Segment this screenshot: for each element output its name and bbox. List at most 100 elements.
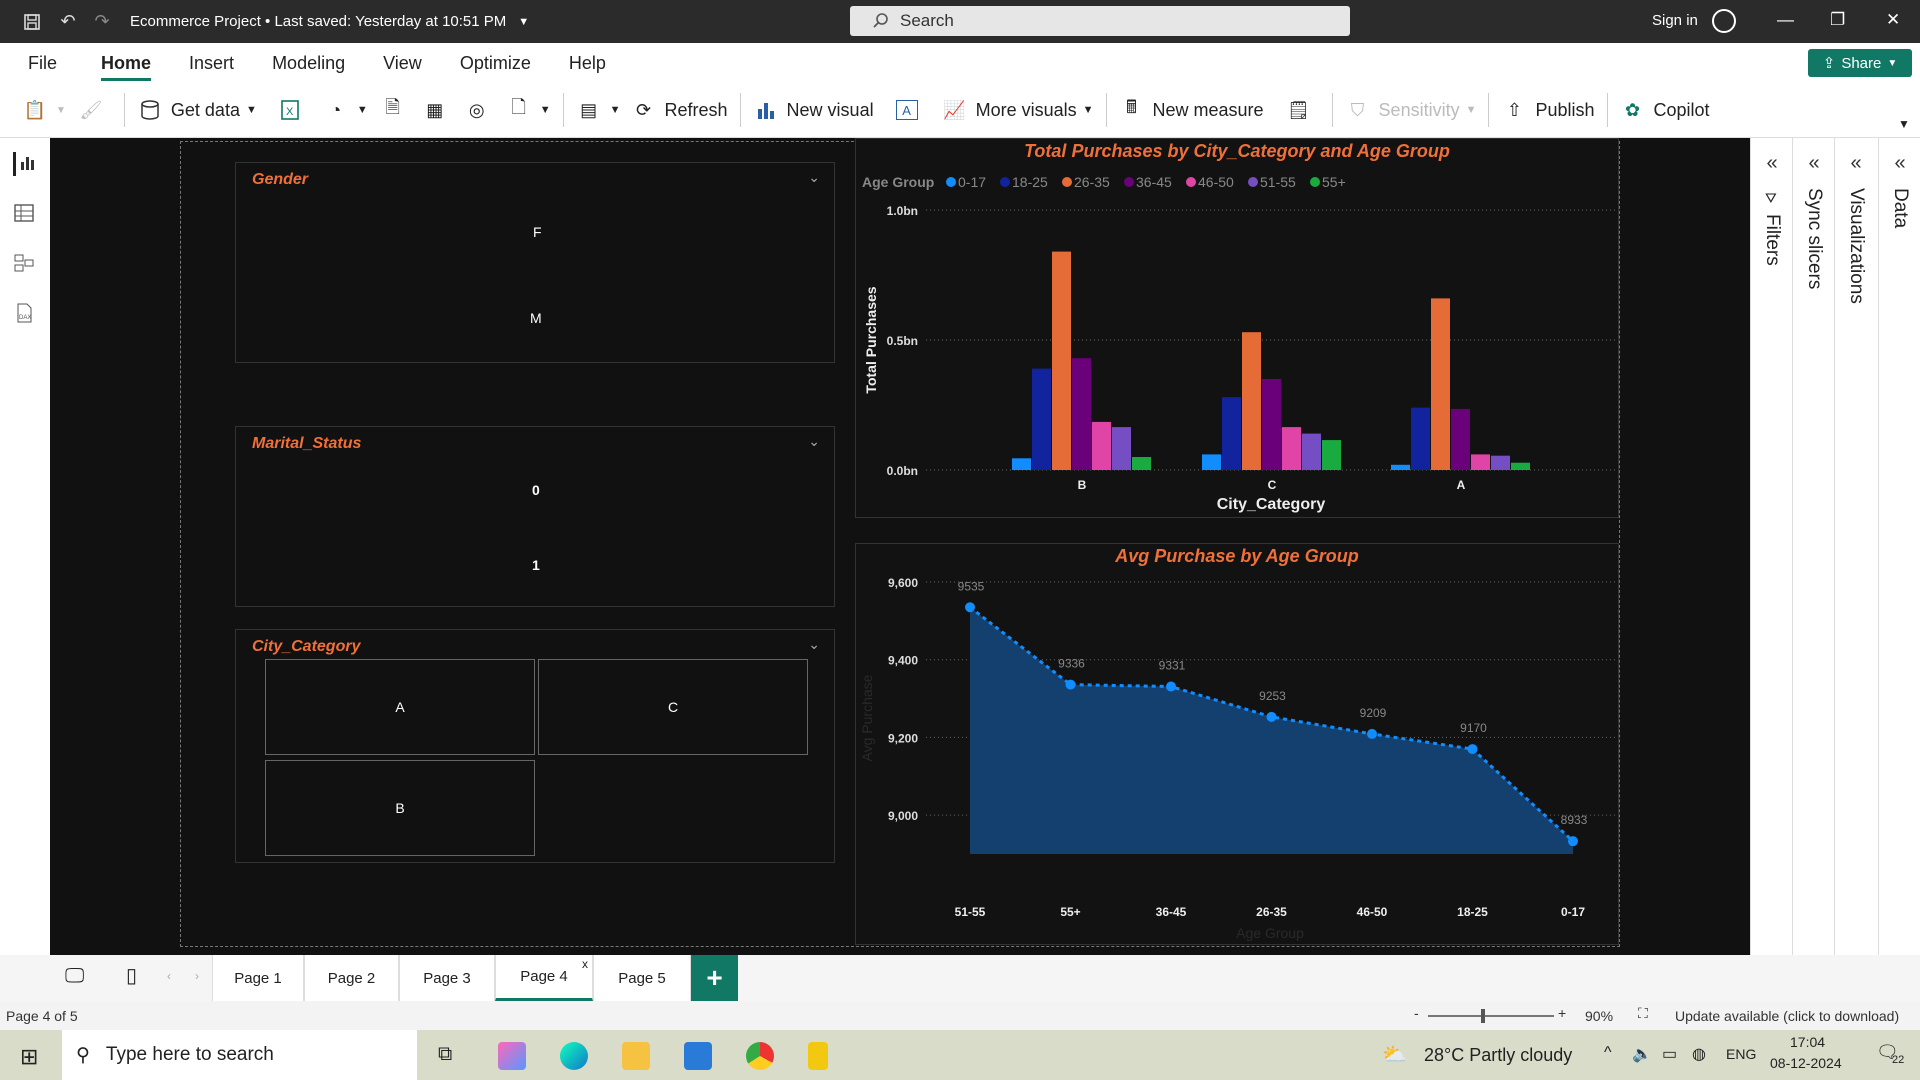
zoom-in-icon[interactable]: +	[1558, 1005, 1566, 1021]
network-icon[interactable]: ◍	[1692, 1044, 1706, 1064]
excel-button[interactable]: X	[277, 97, 311, 123]
more-visuals-button[interactable]: 📈 More visuals ▼	[942, 97, 1093, 123]
zoom-slider-thumb[interactable]	[1481, 1009, 1485, 1023]
clock-time[interactable]: 17:04	[1790, 1034, 1825, 1050]
filters-pane[interactable]: « ⛛ Filters	[1750, 138, 1792, 955]
menu-file[interactable]: File	[28, 43, 57, 83]
copilot-app-icon[interactable]	[498, 1042, 526, 1070]
minimize-icon[interactable]: —	[1777, 10, 1794, 30]
tab-page-5[interactable]: Page 5	[593, 955, 691, 1001]
menu-insert[interactable]: Insert	[189, 43, 234, 83]
y-axis-title: Total Purchases	[863, 286, 879, 393]
new-visual-button[interactable]: New visual	[753, 97, 874, 123]
tray-chevron-up-icon[interactable]: ^	[1604, 1044, 1612, 1062]
menu-view[interactable]: View	[383, 43, 422, 83]
save-icon[interactable]	[22, 12, 42, 32]
sql-button[interactable]: 🗎	[380, 97, 414, 123]
bar-chart-visual[interactable]: Total Purchases by City_Category and Age…	[855, 138, 1619, 518]
update-available[interactable]: Update available (click to download)	[1675, 1008, 1899, 1024]
get-data-button[interactable]: Get data ▼	[137, 97, 257, 123]
add-page-button[interactable]: +	[691, 955, 738, 1001]
paste-button[interactable]: 📋 ▼	[22, 97, 66, 123]
weather-text[interactable]: 28°C Partly cloudy	[1424, 1045, 1572, 1066]
next-page-icon[interactable]: ›	[195, 969, 199, 983]
menu-home[interactable]: Home	[101, 43, 152, 83]
chevron-down-icon[interactable]: ⌄	[808, 433, 820, 450]
recent-sources-button[interactable]: 🗋 ▼	[506, 97, 550, 123]
tab-page-4[interactable]: Page 4 x	[495, 955, 593, 1001]
slicer-item-1[interactable]: 1	[532, 557, 540, 573]
fit-page-icon[interactable]: ⛶	[1638, 1005, 1648, 1022]
tab-page-2[interactable]: Page 2	[304, 955, 399, 1001]
close-tab-icon[interactable]: x	[582, 957, 588, 971]
expand-chevron-icon[interactable]: «	[1793, 152, 1835, 175]
onelake-button[interactable]: ◔ ▼	[323, 97, 367, 123]
city-category-slicer[interactable]: City_Category ⌄ A C B	[235, 629, 835, 863]
volume-icon[interactable]: 🔈	[1632, 1044, 1652, 1064]
zoom-out-icon[interactable]: -	[1414, 1005, 1419, 1021]
table-view-icon[interactable]	[13, 202, 37, 226]
battery-icon[interactable]: ▭	[1662, 1044, 1677, 1064]
desktop-layout-icon[interactable]: 🖵	[65, 965, 84, 988]
task-view-icon[interactable]: ⧉	[438, 1043, 452, 1066]
tab-page-3[interactable]: Page 3	[399, 955, 495, 1001]
menu-modeling[interactable]: Modeling	[272, 43, 345, 83]
windows-start-icon[interactable]: ⊞	[20, 1044, 38, 1070]
menu-optimize[interactable]: Optimize	[460, 43, 531, 83]
zoom-slider[interactable]	[1428, 1009, 1554, 1023]
sign-in-link[interactable]: Sign in	[1652, 12, 1698, 29]
visualizations-pane[interactable]: « Visualizations	[1834, 138, 1878, 955]
transform-data-button[interactable]: ▤ ▼	[576, 97, 620, 123]
marital-status-slicer[interactable]: Marital_Status ⌄ 0 1	[235, 426, 835, 607]
redo-icon[interactable]: ↷	[92, 11, 112, 32]
title-chevron-down-icon[interactable]: ▼	[518, 16, 529, 28]
new-measure-button[interactable]: 🖩 New measure	[1119, 97, 1263, 123]
expand-chevron-icon[interactable]: «	[1879, 152, 1920, 175]
slicer-tile-a[interactable]: A	[265, 659, 535, 755]
slicer-tile-c[interactable]: C	[538, 659, 808, 755]
ribbon-collapse-chevron-icon[interactable]: ▼	[1898, 117, 1910, 131]
mail-icon[interactable]	[684, 1042, 712, 1070]
clock-date[interactable]: 08-12-2024	[1770, 1055, 1842, 1071]
share-button[interactable]: ⇪ Share ▼	[1808, 49, 1912, 77]
avatar-icon[interactable]	[1712, 9, 1736, 33]
area-chart-visual[interactable]: Avg Purchase by Age Group 9,000 9,200 9,40…	[855, 543, 1619, 945]
enter-data-button[interactable]: ▦	[422, 97, 456, 123]
publish-button[interactable]: ⇧ Publish	[1501, 97, 1595, 123]
quick-measure-button[interactable]: 🗒	[1286, 97, 1320, 123]
search-box[interactable]: Search	[850, 6, 1350, 36]
chevron-down-icon[interactable]: ⌄	[808, 169, 820, 186]
restore-icon[interactable]: ❐	[1830, 10, 1845, 30]
mobile-layout-icon[interactable]: ▯	[126, 963, 137, 988]
language-indicator[interactable]: ENG	[1726, 1046, 1756, 1062]
slicer-item-0[interactable]: 0	[532, 482, 540, 498]
taskbar-search[interactable]: ⚲ Type here to search	[62, 1030, 417, 1080]
sensitivity-button[interactable]: ⛉ Sensitivity ▼	[1345, 97, 1477, 123]
dataverse-button[interactable]: ◎	[464, 97, 498, 123]
format-painter-button[interactable]: 🖌	[78, 97, 112, 123]
chevron-down-icon[interactable]: ⌄	[808, 636, 820, 653]
dax-query-view-icon[interactable]: DAX	[13, 302, 37, 326]
undo-icon[interactable]: ↶	[58, 11, 78, 32]
power-bi-icon[interactable]	[808, 1042, 828, 1070]
data-pane[interactable]: « Data	[1878, 138, 1920, 955]
report-view-icon[interactable]	[13, 152, 37, 176]
edge-icon[interactable]	[560, 1042, 588, 1070]
gender-slicer[interactable]: Gender ⌄ F M	[235, 162, 835, 363]
file-explorer-icon[interactable]	[622, 1042, 650, 1070]
tab-page-1[interactable]: Page 1	[212, 955, 304, 1001]
chrome-icon[interactable]	[746, 1042, 774, 1070]
expand-chevron-icon[interactable]: «	[1751, 152, 1793, 175]
expand-chevron-icon[interactable]: «	[1835, 152, 1877, 175]
slicer-item-m[interactable]: M	[530, 310, 542, 326]
model-view-icon[interactable]	[13, 252, 37, 276]
text-box-button[interactable]: A	[895, 100, 926, 120]
slicer-item-f[interactable]: F	[533, 224, 542, 240]
slicer-tile-b[interactable]: B	[265, 760, 535, 856]
copilot-button[interactable]: ✿ Copilot	[1620, 97, 1710, 123]
menu-help[interactable]: Help	[569, 43, 606, 83]
prev-page-icon[interactable]: ‹	[167, 969, 171, 983]
close-icon[interactable]: ✕	[1886, 10, 1900, 30]
refresh-button[interactable]: ⟳ Refresh	[631, 97, 728, 123]
sync-slicers-pane[interactable]: « Sync slicers	[1792, 138, 1834, 955]
